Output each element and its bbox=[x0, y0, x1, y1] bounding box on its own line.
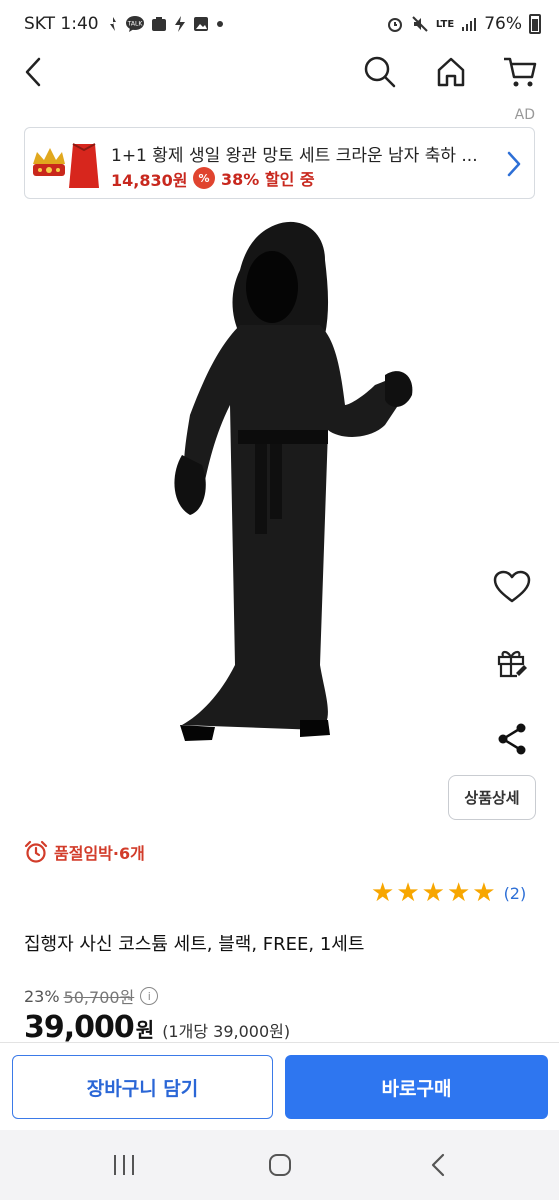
wishlist-button[interactable] bbox=[490, 565, 534, 609]
bolt-icon bbox=[174, 16, 185, 32]
search-icon bbox=[364, 56, 396, 88]
back-arrow-icon bbox=[25, 57, 41, 87]
battery-percent: 76% bbox=[484, 14, 522, 34]
sale-price: 39,000 bbox=[24, 1010, 135, 1045]
search-button[interactable] bbox=[360, 52, 400, 92]
stock-warning: 품절임박·6개 bbox=[24, 840, 145, 864]
ad-label: AD bbox=[514, 107, 535, 123]
original-price: 50,700원 bbox=[63, 988, 135, 1007]
star-icon: ★ bbox=[446, 878, 471, 908]
status-right: LTE 76% bbox=[386, 14, 541, 34]
status-left: SKT 1:40 TALK bbox=[24, 14, 225, 34]
side-actions bbox=[490, 565, 534, 793]
product-detail-button[interactable]: 상품상세 bbox=[448, 775, 536, 820]
star-icon: ★ bbox=[396, 878, 420, 908]
add-to-cart-button[interactable]: 장바구니 담기 bbox=[12, 1055, 273, 1119]
rating[interactable]: ★ ★ ★ ★ ★ (2) bbox=[371, 880, 526, 906]
gift-button[interactable] bbox=[490, 641, 534, 685]
recents-button[interactable] bbox=[104, 1150, 144, 1180]
system-nav-bar bbox=[0, 1130, 559, 1200]
price-line: 39,000 원 (1개당 39,000원) bbox=[24, 1010, 290, 1045]
app-icon bbox=[151, 17, 166, 31]
star-icon: ★ bbox=[421, 878, 445, 908]
crown-cape-thumbnail bbox=[33, 143, 99, 188]
home-system-button[interactable] bbox=[260, 1150, 300, 1180]
back-chevron-icon bbox=[431, 1153, 445, 1177]
recents-icon bbox=[114, 1155, 134, 1175]
heart-icon bbox=[493, 570, 531, 603]
back-system-button[interactable] bbox=[418, 1150, 458, 1180]
back-button[interactable] bbox=[14, 52, 54, 92]
carrier-time: SKT 1:40 bbox=[24, 14, 99, 34]
chevron-right-icon bbox=[507, 151, 521, 177]
ad-banner[interactable]: 1+1 황제 생일 왕관 망토 세트 크라운 남자 축하 ... 14,830원… bbox=[24, 127, 535, 199]
home-icon bbox=[437, 57, 465, 87]
stock-text: 품절임박·6개 bbox=[54, 844, 145, 863]
top-nav bbox=[0, 50, 559, 94]
review-count[interactable]: (2) bbox=[504, 884, 527, 903]
banner-title: 1+1 황제 생일 왕관 망토 세트 크라운 남자 축하 ... bbox=[111, 146, 478, 166]
image-icon bbox=[193, 17, 208, 31]
banner-price: 14,830원 bbox=[111, 171, 188, 190]
signal-icon bbox=[462, 18, 477, 31]
alarm-clock-icon bbox=[24, 840, 48, 863]
cart-icon bbox=[504, 57, 537, 87]
star-icon: ★ bbox=[371, 878, 395, 908]
star-icon: ★ bbox=[472, 878, 496, 908]
currency-won: 원 bbox=[135, 1018, 155, 1042]
status-bar: SKT 1:40 TALK LTE 76% bbox=[0, 0, 559, 50]
banner-discount: % 38% 할인 중 bbox=[193, 166, 315, 190]
network-label: LTE bbox=[435, 18, 455, 30]
product-title: 집행자 사신 코스튬 세트, 블랙, FREE, 1세트 bbox=[24, 934, 365, 955]
original-price-line: 23% 50,700원 i bbox=[24, 984, 159, 1008]
cart-nav-button[interactable] bbox=[500, 52, 540, 92]
alarm-icon bbox=[387, 18, 402, 32]
discount-rate: 23% bbox=[24, 986, 60, 1006]
home-button[interactable] bbox=[431, 52, 471, 92]
banner-discount-text: 38% 할인 중 bbox=[221, 170, 315, 189]
info-icon[interactable]: i bbox=[140, 987, 159, 1005]
buy-now-button[interactable]: 바로구매 bbox=[285, 1055, 548, 1119]
talk-icon: TALK bbox=[125, 16, 144, 32]
battery-icon bbox=[529, 14, 541, 34]
percent-icon: % bbox=[193, 167, 215, 189]
share-button[interactable] bbox=[490, 717, 534, 761]
home-circle-icon bbox=[269, 1154, 291, 1176]
product-image[interactable] bbox=[160, 215, 430, 745]
bottom-action-bar: 장바구니 담기 바로구매 bbox=[0, 1042, 559, 1130]
dot-icon bbox=[216, 21, 223, 27]
notification-icon bbox=[109, 17, 116, 31]
share-icon bbox=[498, 723, 526, 755]
unit-price: (1개당 39,000원) bbox=[162, 1022, 291, 1041]
svg-text:TALK: TALK bbox=[126, 21, 143, 28]
notification-icons: TALK bbox=[107, 15, 225, 33]
mute-icon bbox=[412, 16, 428, 32]
gift-icon bbox=[497, 650, 527, 678]
